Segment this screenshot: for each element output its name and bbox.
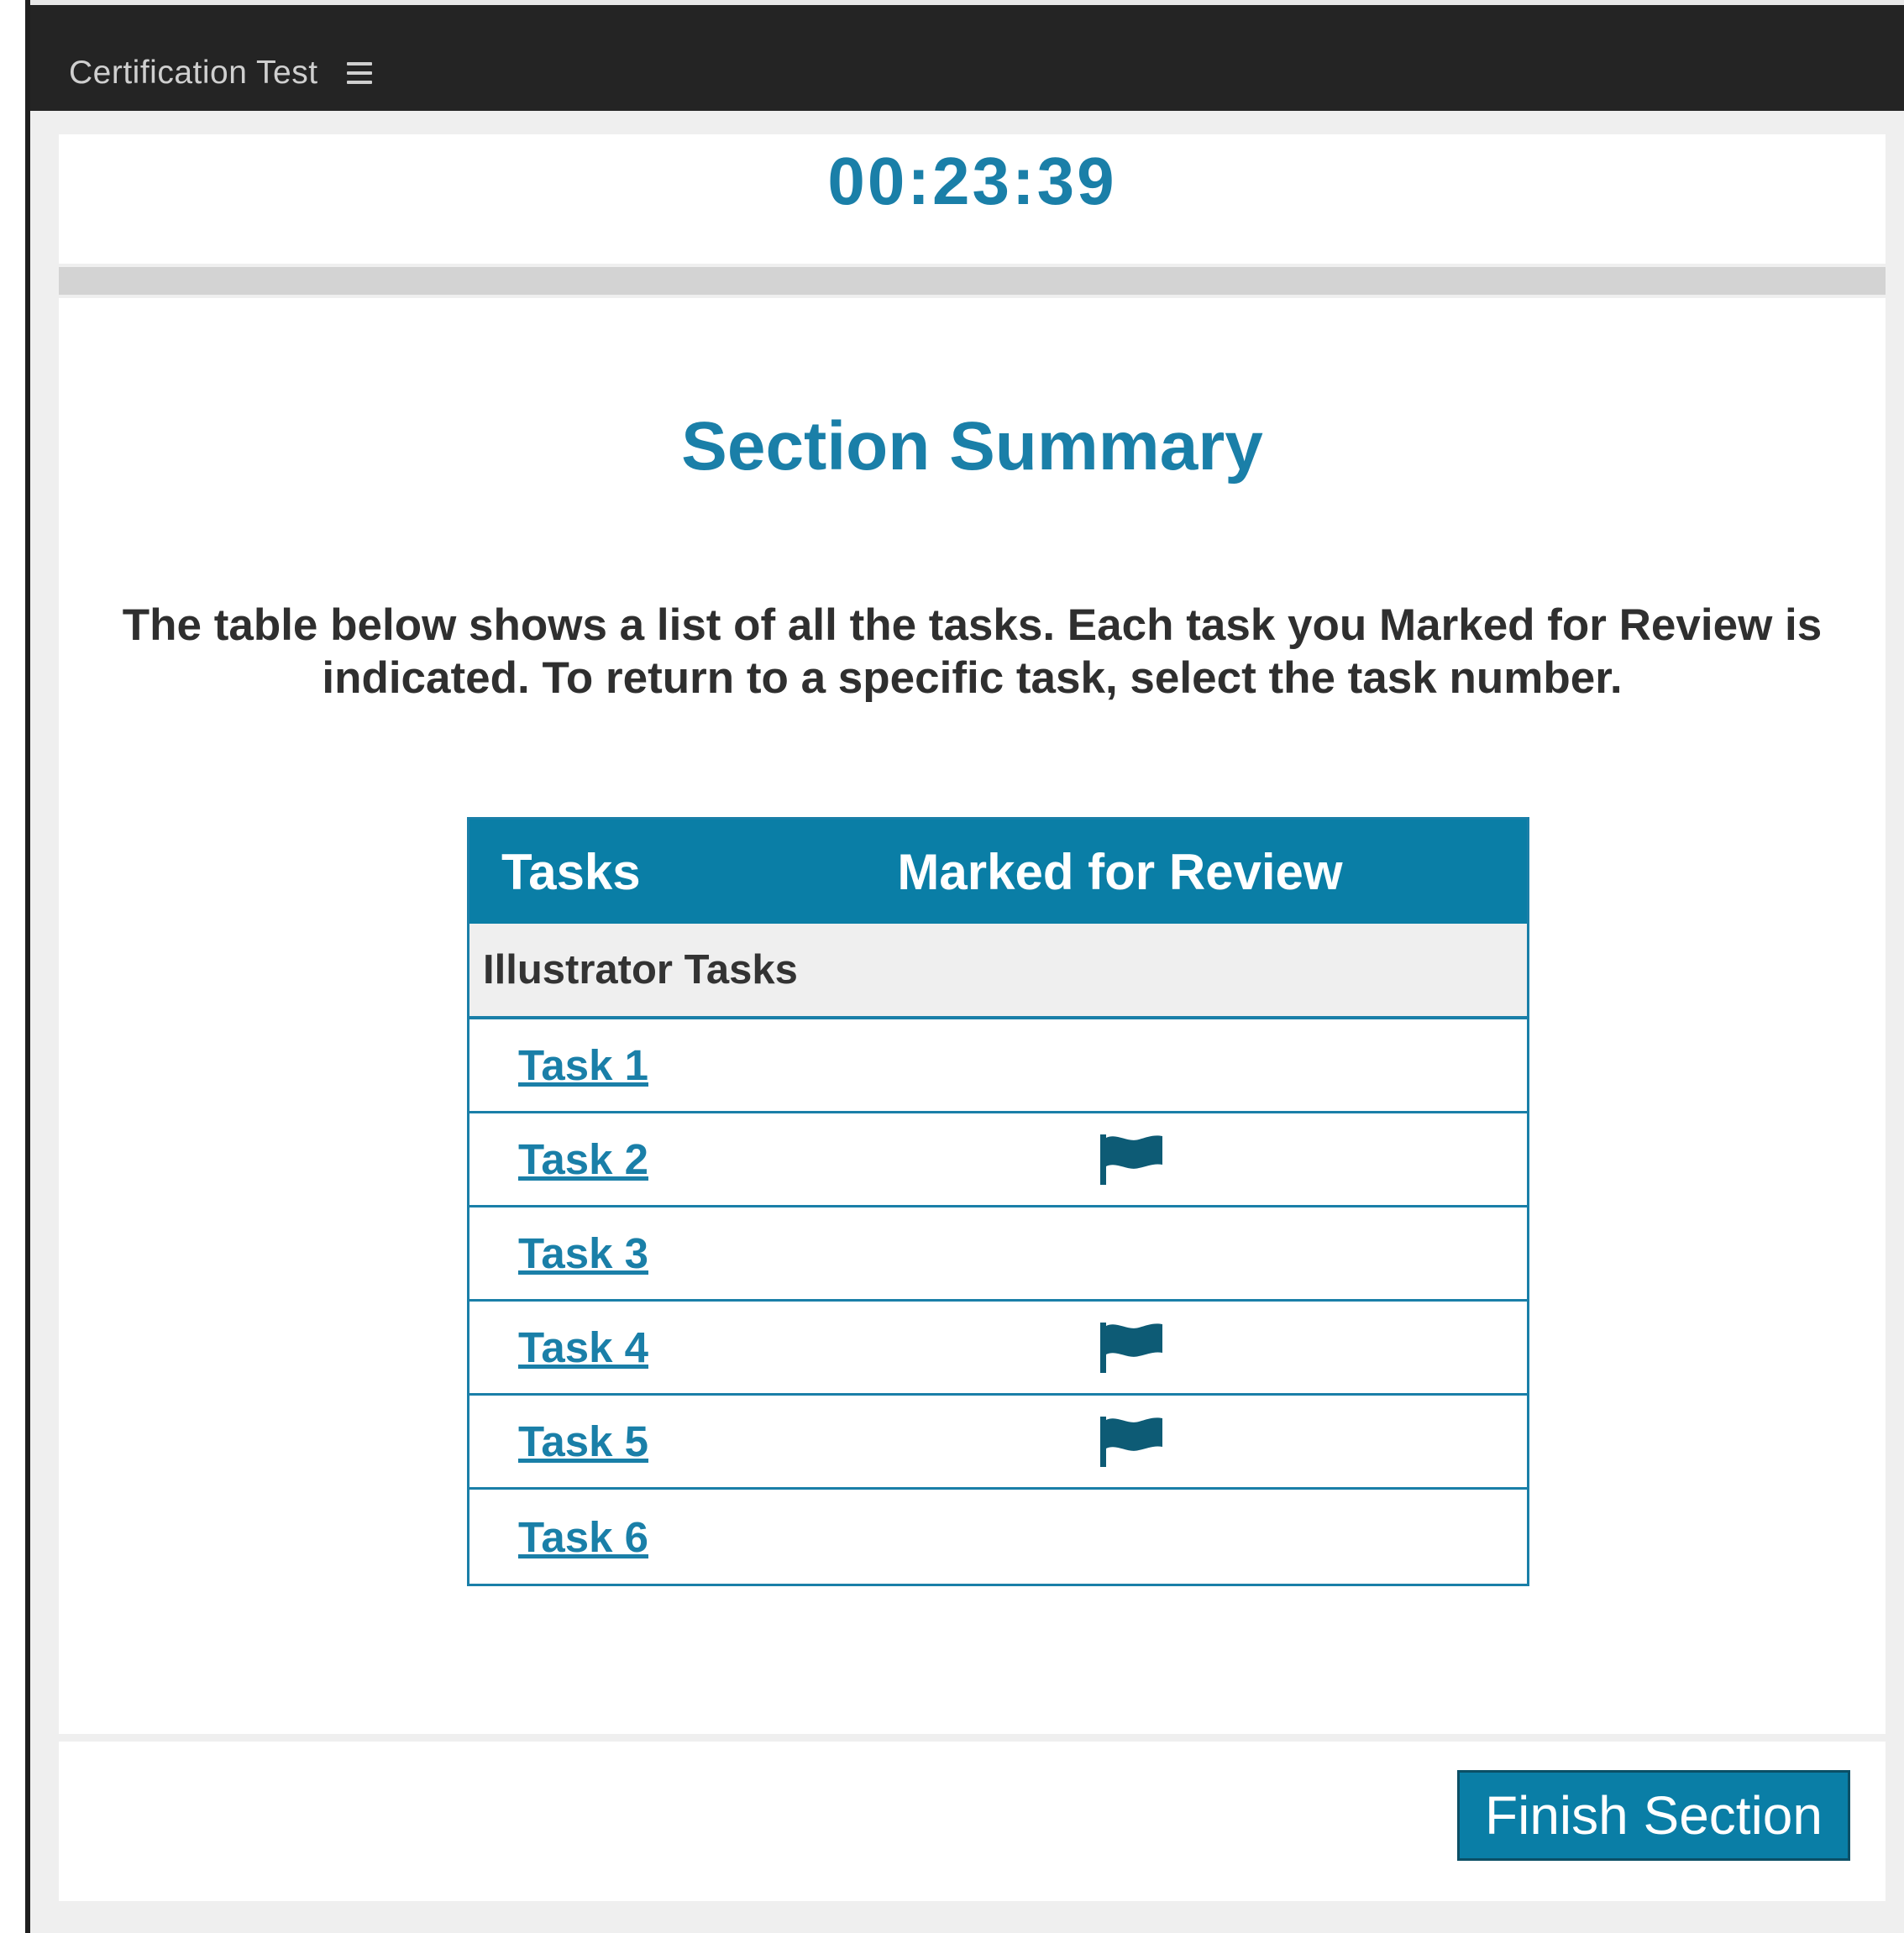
task-link-2[interactable]: Task 2 bbox=[518, 1134, 1098, 1184]
flag-icon bbox=[1100, 1416, 1162, 1467]
flag-icon bbox=[1100, 1134, 1162, 1185]
marked-for-review-cell bbox=[1098, 1133, 1165, 1187]
task-link-6[interactable]: Task 6 bbox=[518, 1512, 1098, 1562]
marked-for-review-cell bbox=[1098, 1510, 1165, 1564]
marked-for-review-cell bbox=[1098, 1039, 1165, 1092]
hamburger-menu-icon[interactable] bbox=[346, 62, 372, 84]
marked-for-review-cell bbox=[1098, 1415, 1165, 1469]
task-link-5[interactable]: Task 5 bbox=[518, 1417, 1098, 1466]
instructions-text: The table below shows a list of all the … bbox=[122, 600, 1823, 703]
title-bar: Certification Test bbox=[30, 0, 1904, 111]
app-window: Certification Test 00:23:39 Section Summ… bbox=[25, 0, 1904, 1933]
app-title: Certification Test bbox=[69, 55, 318, 91]
table-row: Task 6 bbox=[469, 1490, 1527, 1584]
marked-for-review-cell bbox=[1098, 1227, 1165, 1281]
section-summary-panel: Section Summary The table below shows a … bbox=[59, 298, 1886, 1734]
task-link-4[interactable]: Task 4 bbox=[518, 1323, 1098, 1372]
table-row: Task 4 bbox=[469, 1302, 1527, 1396]
table-row: Task 3 bbox=[469, 1207, 1527, 1302]
footer-bar: Finish Section bbox=[59, 1742, 1886, 1901]
task-rows: Task 1 Task 2 Task 3 Task 4 Task 5 Task 6 bbox=[469, 1019, 1527, 1584]
task-table: Tasks Marked for Review Illustrator Task… bbox=[467, 817, 1529, 1586]
countdown-timer: 00:23:39 bbox=[827, 144, 1117, 218]
page-title: Section Summary bbox=[681, 408, 1263, 485]
table-row: Task 1 bbox=[469, 1019, 1527, 1113]
timer-progress-track bbox=[59, 267, 1886, 295]
marked-for-review-cell bbox=[1098, 1321, 1165, 1375]
timer-panel: 00:23:39 bbox=[59, 134, 1886, 264]
table-header: Tasks Marked for Review bbox=[469, 820, 1527, 924]
task-link-3[interactable]: Task 3 bbox=[518, 1228, 1098, 1278]
title-bar-content: Certification Test bbox=[69, 50, 372, 96]
group-row-label: Illustrator Tasks bbox=[469, 924, 1527, 1019]
column-header-marked-for-review: Marked for Review bbox=[897, 843, 1343, 900]
table-row: Task 2 bbox=[469, 1113, 1527, 1207]
column-header-tasks: Tasks bbox=[501, 843, 641, 900]
finish-section-button[interactable]: Finish Section bbox=[1457, 1770, 1850, 1861]
table-row: Task 5 bbox=[469, 1396, 1527, 1490]
flag-icon bbox=[1100, 1322, 1162, 1373]
task-link-1[interactable]: Task 1 bbox=[518, 1040, 1098, 1090]
